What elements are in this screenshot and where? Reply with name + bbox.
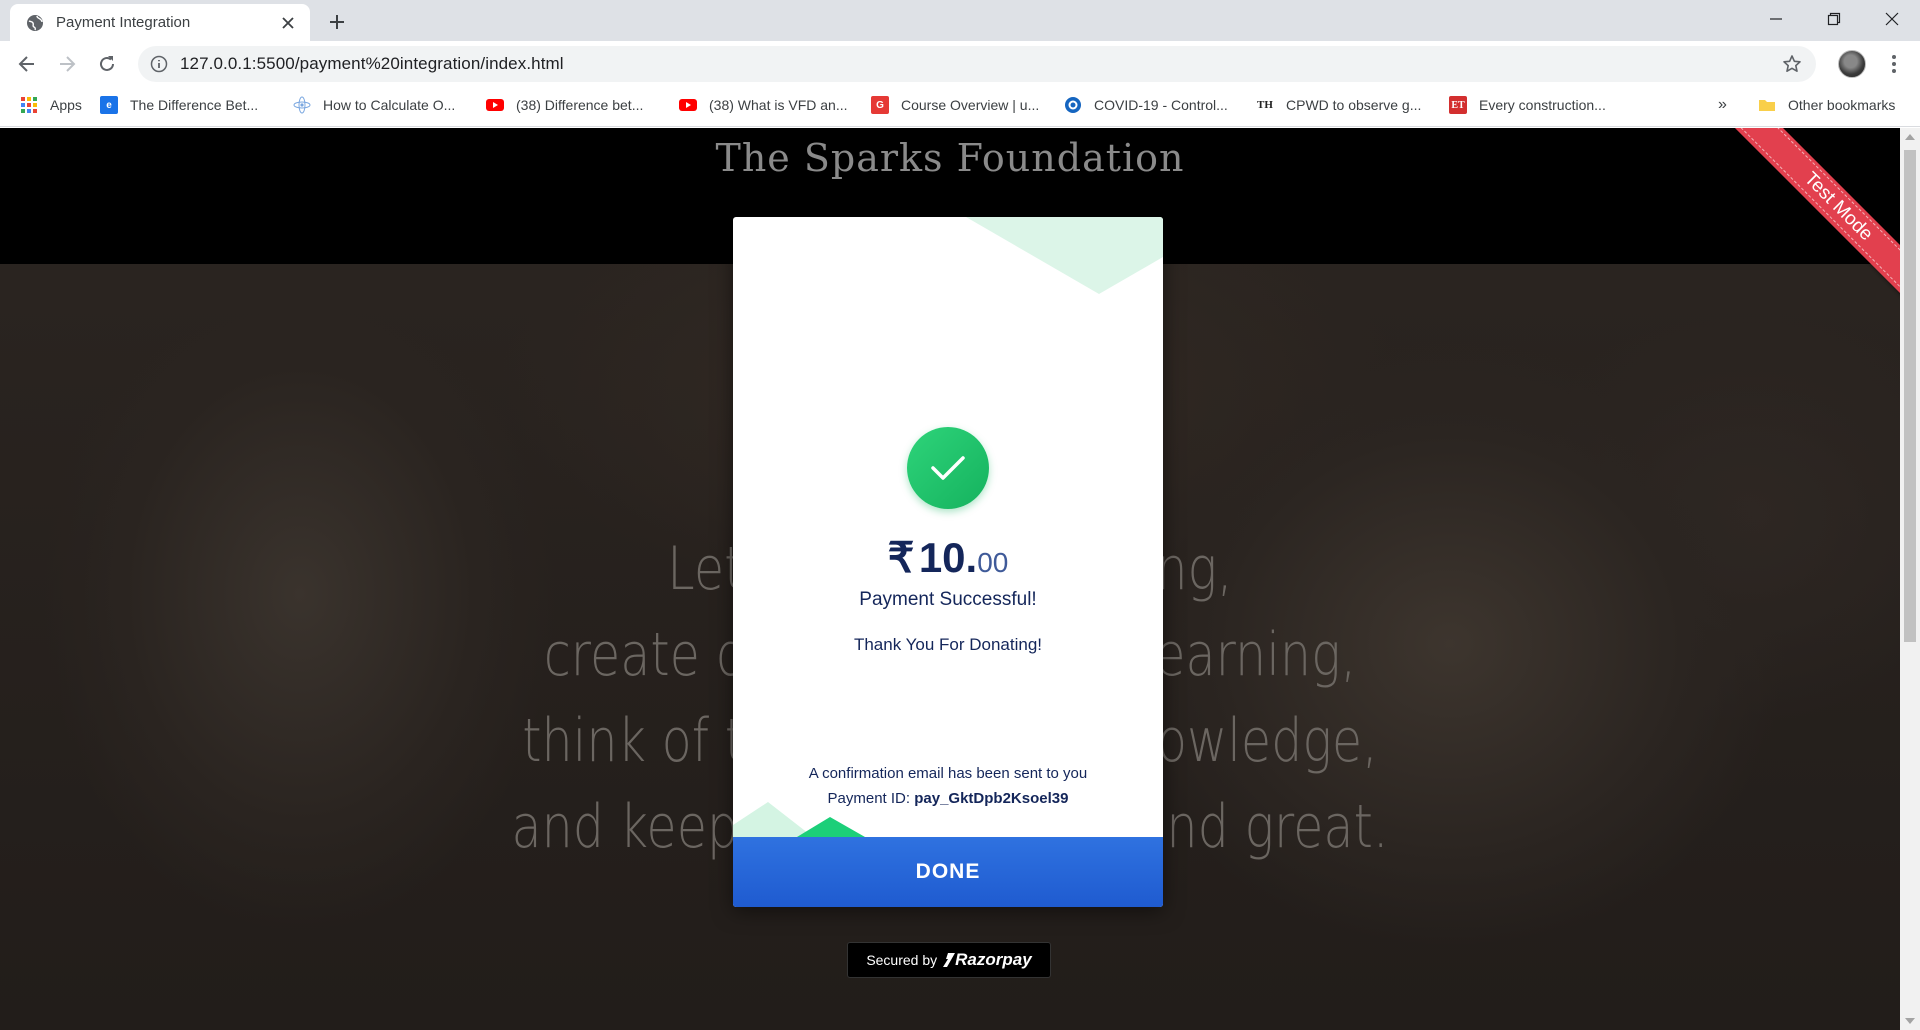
youtube-icon [679, 99, 697, 111]
scroll-thumb[interactable] [1904, 150, 1916, 642]
bookmark-label: Every construction... [1479, 97, 1606, 113]
close-tab-icon[interactable] [278, 13, 298, 33]
bookmarks-bar: Apps e The Difference Bet... How to Calc… [0, 87, 1920, 127]
payment-success-modal: ₹ 10.00 Payment Successful! Thank You Fo… [733, 217, 1163, 907]
bookmark-label: Course Overview | u... [901, 97, 1040, 113]
scroll-down-arrow-icon[interactable] [1905, 1018, 1915, 1024]
site-icon: ET [1449, 96, 1467, 114]
site-title: The Sparks Foundation [715, 136, 1185, 180]
apps-grid-icon [21, 97, 37, 113]
address-bar[interactable]: 127.0.0.1:5500/payment%20integration/ind… [138, 46, 1816, 82]
success-check-icon [907, 427, 989, 509]
payment-status: Payment Successful! [859, 589, 1037, 610]
payment-id-row: Payment ID: pay_GktDpb2Ksoel39 [733, 790, 1163, 807]
bookmark-how-to-calculate[interactable]: How to Calculate O... [293, 87, 455, 123]
atom-icon [293, 96, 311, 114]
tab-title: Payment Integration [56, 14, 191, 31]
bookmark-label: (38) Difference bet... [516, 97, 644, 113]
razorpay-brand: Razorpay [955, 950, 1032, 969]
bookmark-label: Apps [50, 97, 82, 113]
site-icon: G [871, 96, 889, 114]
secured-by-badge: Secured by Razorpay [847, 942, 1051, 978]
bookmark-label: Other bookmarks [1788, 97, 1896, 113]
reload-icon [100, 56, 114, 71]
new-tab-button[interactable] [324, 9, 350, 35]
bookmark-youtube-vfd[interactable]: (38) What is VFD an... [679, 87, 847, 123]
other-bookmarks-folder[interactable]: Other bookmarks [1758, 87, 1895, 123]
restore-icon [1827, 12, 1841, 26]
bookmark-label: (38) What is VFD an... [709, 97, 848, 113]
back-button[interactable] [12, 49, 42, 79]
globe-icon [27, 14, 43, 31]
bookmark-label: How to Calculate O... [323, 97, 456, 113]
site-icon: e [100, 96, 118, 114]
payment-id-value: pay_GktDpb2Ksoel39 [914, 790, 1069, 807]
bookmark-covid[interactable]: COVID-19 - Control... [1064, 87, 1228, 123]
arrow-right-icon [60, 56, 76, 72]
restore-button[interactable] [1806, 0, 1862, 38]
razorpay-icon [943, 953, 956, 967]
reload-button[interactable] [92, 49, 122, 79]
close-icon [1885, 12, 1899, 26]
browser-menu-button[interactable] [1884, 51, 1904, 77]
payment-amount: ₹ 10.00 [733, 533, 1163, 582]
bookmark-every-construction[interactable]: ET Every construction... [1449, 87, 1606, 123]
close-window-button[interactable] [1864, 0, 1920, 38]
globe-site-icon [1065, 97, 1081, 113]
info-icon[interactable] [150, 55, 168, 73]
payment-id-label: Payment ID: [827, 790, 911, 807]
site-icon: TH [1257, 99, 1273, 111]
bookmarks-overflow-button[interactable]: » [1718, 87, 1727, 123]
url-text: 127.0.0.1:5500/payment%20integration/ind… [180, 54, 564, 73]
done-button[interactable]: DONE [733, 837, 1163, 907]
bookmark-youtube-difference[interactable]: (38) Difference bet... [486, 87, 643, 123]
amount-major: 10. [918, 534, 978, 581]
profile-avatar[interactable] [1838, 50, 1866, 78]
scroll-up-arrow-icon[interactable] [1905, 134, 1915, 140]
bookmark-difference-bet[interactable]: e The Difference Bet... [100, 87, 258, 123]
decorative-shape [966, 217, 1163, 294]
bookmark-label: COVID-19 - Control... [1094, 97, 1228, 113]
bookmark-cpwd[interactable]: TH CPWD to observe g... [1256, 87, 1421, 123]
browser-toolbar: 127.0.0.1:5500/payment%20integration/ind… [0, 41, 1920, 87]
minimize-icon [1770, 18, 1782, 20]
amount-minor: 00 [977, 547, 1009, 578]
bookmark-label: The Difference Bet... [130, 97, 259, 113]
bookmark-course-overview[interactable]: G Course Overview | u... [871, 87, 1039, 123]
browser-tab[interactable]: Payment Integration [10, 4, 310, 41]
bookmark-label: CPWD to observe g... [1286, 97, 1422, 113]
currency-symbol: ₹ [887, 534, 915, 581]
arrow-left-icon [18, 56, 34, 72]
razorpay-logo: Razorpay [943, 950, 1032, 970]
confirmation-email-note: A confirmation email has been sent to yo… [808, 765, 1088, 782]
page-scrollbar[interactable] [1900, 128, 1920, 1030]
forward-button[interactable] [52, 49, 82, 79]
secured-by-label: Secured by [866, 952, 938, 968]
folder-icon [1759, 100, 1775, 111]
youtube-icon [486, 99, 504, 111]
tab-strip: Payment Integration [0, 0, 1920, 41]
minimize-button[interactable] [1748, 0, 1804, 38]
thank-you-message: Thank You For Donating! [853, 635, 1043, 654]
bookmark-apps[interactable]: Apps [20, 87, 82, 123]
bookmark-star-icon[interactable] [1782, 54, 1802, 74]
